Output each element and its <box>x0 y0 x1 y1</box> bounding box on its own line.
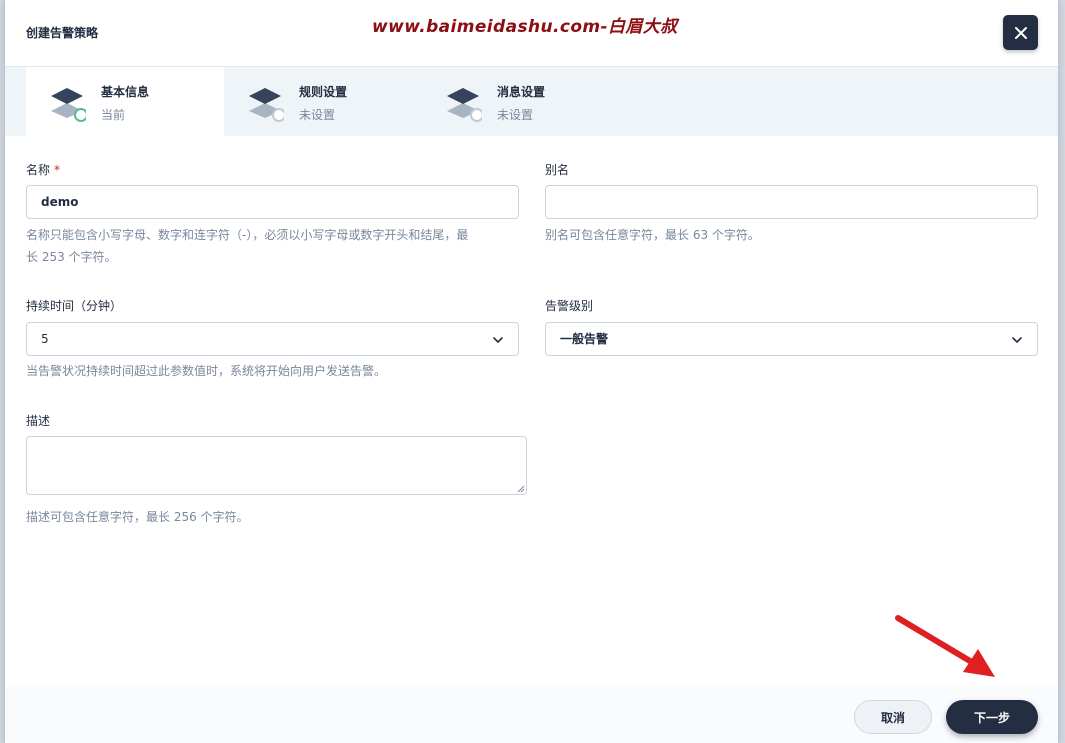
duration-label: 持续时间（分钟） <box>26 299 123 313</box>
required-mark: * <box>54 163 61 177</box>
name-hint-line1: 名称只能包含小写字母、数字和连字符（-），必须以小写字母或数字开头和结尾，最 <box>26 228 469 242</box>
step-indicator: 基本信息 当前 规则设置 未设置 消息设置 未设置 <box>5 67 1058 136</box>
cancel-button[interactable]: 取消 <box>854 700 932 734</box>
alias-input[interactable] <box>545 185 1038 219</box>
step-title: 规则设置 <box>299 85 348 99</box>
layers-icon <box>51 88 86 122</box>
step-status: 未设置 <box>299 108 336 122</box>
step-status: 未设置 <box>497 108 534 122</box>
close-button[interactable] <box>1003 15 1038 50</box>
step-title: 消息设置 <box>497 85 546 99</box>
severity-value: 一般告警 <box>560 332 609 346</box>
name-hint-line2: 长 253 个字符。 <box>26 250 117 264</box>
chevron-down-icon <box>1012 337 1022 343</box>
name-input[interactable]: demo <box>26 185 519 219</box>
step-message-settings[interactable]: 消息设置 未设置 <box>422 67 620 136</box>
name-label: 名称 * <box>26 161 60 178</box>
red-arrow-annotation <box>895 615 995 677</box>
close-icon <box>1014 26 1027 39</box>
layers-icon <box>447 88 482 122</box>
step-basic-info[interactable]: 基本信息 当前 <box>26 67 224 136</box>
modal-footer: 取消 下一步 <box>5 687 1058 743</box>
alias-label: 别名 <box>545 163 570 177</box>
chevron-down-icon <box>493 337 503 343</box>
alias-hint: 别名可包含任意字符，最长 63 个字符。 <box>545 228 760 242</box>
next-button[interactable]: 下一步 <box>946 700 1038 734</box>
duration-select[interactable]: 5 <box>26 322 519 356</box>
duration-value: 5 <box>41 332 49 346</box>
step-rule-settings[interactable]: 规则设置 未设置 <box>224 67 422 136</box>
step-title: 基本信息 <box>101 85 150 99</box>
resize-grip-icon[interactable] <box>517 485 525 493</box>
modal-title: 创建告警策略 <box>26 26 99 40</box>
layers-icon <box>249 88 284 122</box>
description-hint: 描述可包含任意字符，最长 256 个字符。 <box>26 510 249 524</box>
watermark-text: www.baimeidashu.com-白眉大叔 <box>372 17 678 37</box>
name-label-text: 名称 <box>26 163 51 177</box>
duration-hint: 当告警状况持续时间超过此参数值时，系统将开始向用户发送告警。 <box>26 364 387 378</box>
description-textarea[interactable] <box>26 436 527 495</box>
description-label: 描述 <box>26 414 51 428</box>
severity-label: 告警级别 <box>545 299 594 313</box>
severity-select[interactable]: 一般告警 <box>545 322 1038 356</box>
step-status: 当前 <box>101 108 126 122</box>
name-hint: 名称只能包含小写字母、数字和连字符（-），必须以小写字母或数字开头和结尾，最 长… <box>26 224 526 268</box>
